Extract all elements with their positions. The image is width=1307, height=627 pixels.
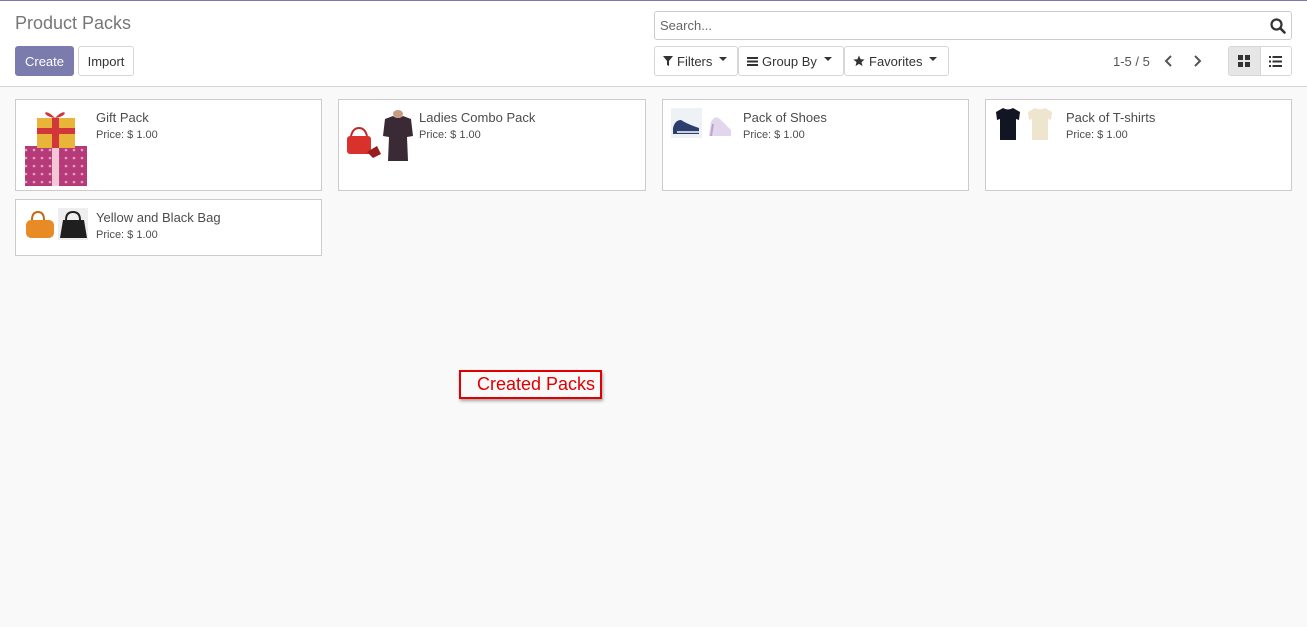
chevron-left-icon <box>1164 55 1172 67</box>
pack-price: Price: $ 1.00 <box>1066 129 1128 141</box>
bags-image <box>22 206 88 288</box>
ladies-combo-image <box>345 106 413 188</box>
pack-price: Price: $ 1.00 <box>96 229 158 241</box>
pager-value[interactable]: 1-5 / 5 <box>1113 54 1150 69</box>
kanban-card-gift-pack[interactable]: Gift Pack Price: $ 1.00 <box>15 99 322 191</box>
import-button[interactable]: Import <box>78 46 134 76</box>
bars-icon <box>747 56 758 66</box>
view-switcher <box>1228 46 1292 76</box>
chevron-down-icon <box>719 57 728 61</box>
chevron-down-icon <box>823 57 832 61</box>
chevron-down-icon <box>929 57 938 61</box>
created-packs-annotation: Created Packs <box>459 370 602 399</box>
filter-icon <box>663 56 673 66</box>
favorites-dropdown[interactable]: Favorites <box>844 46 949 76</box>
kanban-card-pack-of-tshirts[interactable]: Pack of T-shirts Price: $ 1.00 <box>985 99 1292 191</box>
kanban-icon <box>1238 55 1251 67</box>
kanban-card-pack-of-shoes[interactable]: Pack of Shoes Price: $ 1.00 <box>662 99 969 191</box>
search-bar <box>654 11 1292 40</box>
kanban-card-ladies-combo-pack[interactable]: Ladies Combo Pack Price: $ 1.00 <box>338 99 646 191</box>
kanban-view-button[interactable] <box>1229 47 1260 75</box>
groupby-label: Group By <box>762 53 817 69</box>
filters-label: Filters <box>677 53 713 69</box>
search-icon[interactable] <box>1270 18 1286 34</box>
pack-price: Price: $ 1.00 <box>419 129 481 141</box>
pack-name: Pack of T-shirts <box>1066 110 1156 125</box>
page-title: Product Packs <box>15 13 132 33</box>
tshirts-image <box>992 106 1058 188</box>
pack-price: Price: $ 1.00 <box>743 129 805 141</box>
groupby-dropdown[interactable]: Group By <box>738 46 844 76</box>
pager-next-button[interactable] <box>1187 51 1207 71</box>
chevron-right-icon <box>1194 55 1202 67</box>
pack-name: Ladies Combo Pack <box>419 110 536 125</box>
favorites-label: Favorites <box>869 53 923 69</box>
pack-price: Price: $ 1.00 <box>96 129 158 141</box>
kanban-card-yellow-and-black-bag[interactable]: Yellow and Black Bag Price: $ 1.00 <box>15 199 322 256</box>
pack-name: Pack of Shoes <box>743 110 827 125</box>
create-button[interactable]: Create <box>15 46 74 76</box>
star-icon <box>853 55 865 67</box>
control-panel: Product Packs Create Import Filters Grou… <box>0 1 1307 87</box>
gift-boxes-image <box>22 106 88 188</box>
list-icon <box>1269 55 1283 67</box>
shoes-image <box>669 106 735 188</box>
list-view-button[interactable] <box>1259 47 1291 75</box>
pager-previous-button[interactable] <box>1159 51 1179 71</box>
pack-name: Yellow and Black Bag <box>96 210 221 225</box>
search-input[interactable] <box>655 12 1265 39</box>
pack-name: Gift Pack <box>96 110 149 125</box>
filters-dropdown[interactable]: Filters <box>654 46 738 76</box>
